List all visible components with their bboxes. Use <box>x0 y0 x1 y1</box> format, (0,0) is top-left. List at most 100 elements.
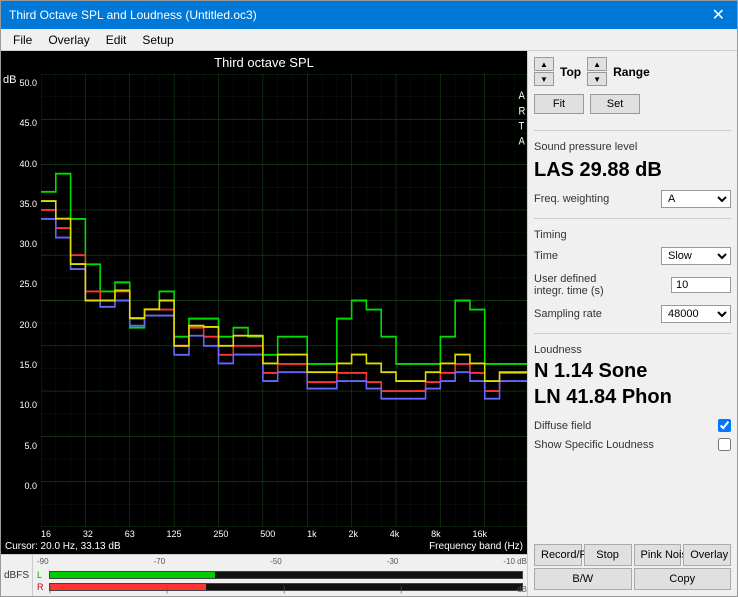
y-tick-25: 25.0 <box>19 279 37 289</box>
menu-file[interactable]: File <box>5 31 40 49</box>
tick-neg50: -50 <box>270 557 282 566</box>
tick-neg10db: -10 dB <box>503 557 527 566</box>
user-defined-row: User definedintegr. time (s) <box>534 273 731 297</box>
dbfs-meters: -90 -70 -50 -30 -10 dB L <box>33 555 527 596</box>
x-tick-16k: 16k <box>472 529 487 539</box>
main-window: Third Octave SPL and Loudness (Untitled.… <box>0 0 738 597</box>
dbfs-label: dBFS <box>1 555 33 596</box>
fit-set-controls: Fit Set <box>534 94 731 114</box>
sampling-rate-row: Sampling rate 44100 48000 96000 <box>534 305 731 323</box>
diffuse-field-row: Diffuse field <box>534 419 731 432</box>
dbfs-tick-row-bot: | | | | dB <box>49 585 527 594</box>
x-tick-500: 500 <box>260 529 275 539</box>
top-label: Top <box>560 65 581 79</box>
y-axis: dB 50.0 45.0 40.0 35.0 30.0 25.0 20.0 15… <box>1 74 41 527</box>
y-tick-10: 10.0 <box>19 400 37 410</box>
spl-section-label: Sound pressure level <box>534 141 731 153</box>
title-bar: Third Octave SPL and Loudness (Untitled.… <box>1 1 737 29</box>
fit-button[interactable]: Fit <box>534 94 584 114</box>
freq-weighting-select[interactable]: A B C Z <box>661 190 731 208</box>
window-title: Third Octave SPL and Loudness (Untitled.… <box>9 8 257 22</box>
user-defined-input[interactable] <box>671 277 731 293</box>
menu-edit[interactable]: Edit <box>98 31 135 49</box>
range-up-button[interactable]: ▲ <box>587 57 607 71</box>
overlay-button[interactable]: Overlay <box>683 544 731 566</box>
menu-setup[interactable]: Setup <box>134 31 181 49</box>
cursor-info: Cursor: 20.0 Hz, 33.13 dB <box>5 541 121 552</box>
spl-value: LAS 29.88 dB <box>534 159 731 182</box>
tick-neg30: -30 <box>387 557 399 566</box>
top-up-button[interactable]: ▲ <box>534 57 554 71</box>
menu-bar: File Overlay Edit Setup <box>1 29 737 51</box>
pink-noise-button[interactable]: Pink Noise <box>634 544 682 566</box>
loudness-n-value: N 1.14 Sone <box>534 358 731 384</box>
bw-button[interactable]: B/W <box>534 568 632 590</box>
show-specific-label: Show Specific Loudness <box>534 439 654 451</box>
y-tick-40: 40.0 <box>19 159 37 169</box>
chart-title: Third octave SPL <box>1 51 527 74</box>
right-panel: ▲ ▼ Top ▲ ▼ Range Fit Set Sound pressure… <box>527 51 737 596</box>
y-tick-35: 35.0 <box>19 199 37 209</box>
tick-db: dB <box>517 585 527 594</box>
tick-neg90: -90 <box>37 557 49 566</box>
loudness-ln-value: LN 41.84 Phon <box>534 384 731 410</box>
time-select[interactable]: Fast Slow Impulse Leq <box>661 247 731 265</box>
l-meter-fill <box>50 572 215 578</box>
tick-neg20: | <box>400 585 402 594</box>
l-label: L <box>37 570 49 580</box>
y-tick-0: 0.0 <box>24 481 37 491</box>
diffuse-field-checkbox[interactable] <box>718 419 731 432</box>
record-reset-button[interactable]: Record/Reset <box>534 544 582 566</box>
time-row: Time Fast Slow Impulse Leq <box>534 247 731 265</box>
chart-svg: A R T A <box>41 74 527 527</box>
chart-plot: A R T A <box>41 74 527 527</box>
set-button[interactable]: Set <box>590 94 640 114</box>
x-tick-32: 32 <box>83 529 93 539</box>
range-arrows: ▲ ▼ <box>587 57 607 86</box>
freq-weighting-row: Freq. weighting A B C Z <box>534 190 731 208</box>
top-down-button[interactable]: ▼ <box>534 72 554 86</box>
r-label: R <box>37 582 49 592</box>
copy-button[interactable]: Copy <box>634 568 732 590</box>
show-specific-checkbox[interactable] <box>718 438 731 451</box>
separator-1 <box>534 130 731 131</box>
close-button[interactable]: ✕ <box>708 5 729 25</box>
l-meter-row: L <box>37 570 523 580</box>
sampling-rate-label: Sampling rate <box>534 308 661 320</box>
sampling-rate-select[interactable]: 44100 48000 96000 <box>661 305 731 323</box>
freq-band-label: Frequency band (Hz) <box>429 541 523 552</box>
dbfs-area: dBFS -90 -70 -50 -30 -10 dB L <box>1 554 527 596</box>
chart-inner: dB 50.0 45.0 40.0 35.0 30.0 25.0 20.0 15… <box>1 74 527 527</box>
tick-neg40: | <box>283 585 285 594</box>
svg-text:A: A <box>519 91 525 103</box>
menu-overlay[interactable]: Overlay <box>40 31 97 49</box>
stop-button[interactable]: Stop <box>584 544 632 566</box>
y-tick-30: 30.0 <box>19 239 37 249</box>
x-tick-125: 125 <box>167 529 182 539</box>
action-buttons-area: Record/Reset Stop Pink Noise Overlay B/W… <box>534 536 731 590</box>
x-tick-1k: 1k <box>307 529 317 539</box>
x-tick-63: 63 <box>125 529 135 539</box>
x-tick-16: 16 <box>41 529 51 539</box>
separator-3 <box>534 333 731 334</box>
x-tick-4k: 4k <box>390 529 400 539</box>
y-tick-45: 45.0 <box>19 118 37 128</box>
range-down-button[interactable]: ▼ <box>587 72 607 86</box>
time-label: Time <box>534 250 661 262</box>
x-axis: 16 32 63 125 250 500 1k 2k 4k 8k 16k <box>1 527 527 539</box>
y-label-db: dB <box>3 74 16 86</box>
dbfs-tick-row-top: -90 -70 -50 -30 -10 dB <box>37 557 527 566</box>
timing-section-label: Timing <box>534 229 731 241</box>
range-label: Range <box>613 65 650 79</box>
show-specific-row: Show Specific Loudness <box>534 438 731 451</box>
top-arrows: ▲ ▼ <box>534 57 554 86</box>
diffuse-field-label: Diffuse field <box>534 420 591 432</box>
tick-neg70: -70 <box>154 557 166 566</box>
cursor-freq-row: Cursor: 20.0 Hz, 33.13 dB Frequency band… <box>1 539 527 554</box>
top-range-controls: ▲ ▼ Top ▲ ▼ Range <box>534 57 731 86</box>
y-tick-15: 15.0 <box>19 360 37 370</box>
x-tick-8k: 8k <box>431 529 441 539</box>
tick-neg80: | <box>49 585 51 594</box>
chart-area: Third octave SPL dB 50.0 45.0 40.0 35.0 … <box>1 51 527 596</box>
freq-weighting-label: Freq. weighting <box>534 193 661 205</box>
